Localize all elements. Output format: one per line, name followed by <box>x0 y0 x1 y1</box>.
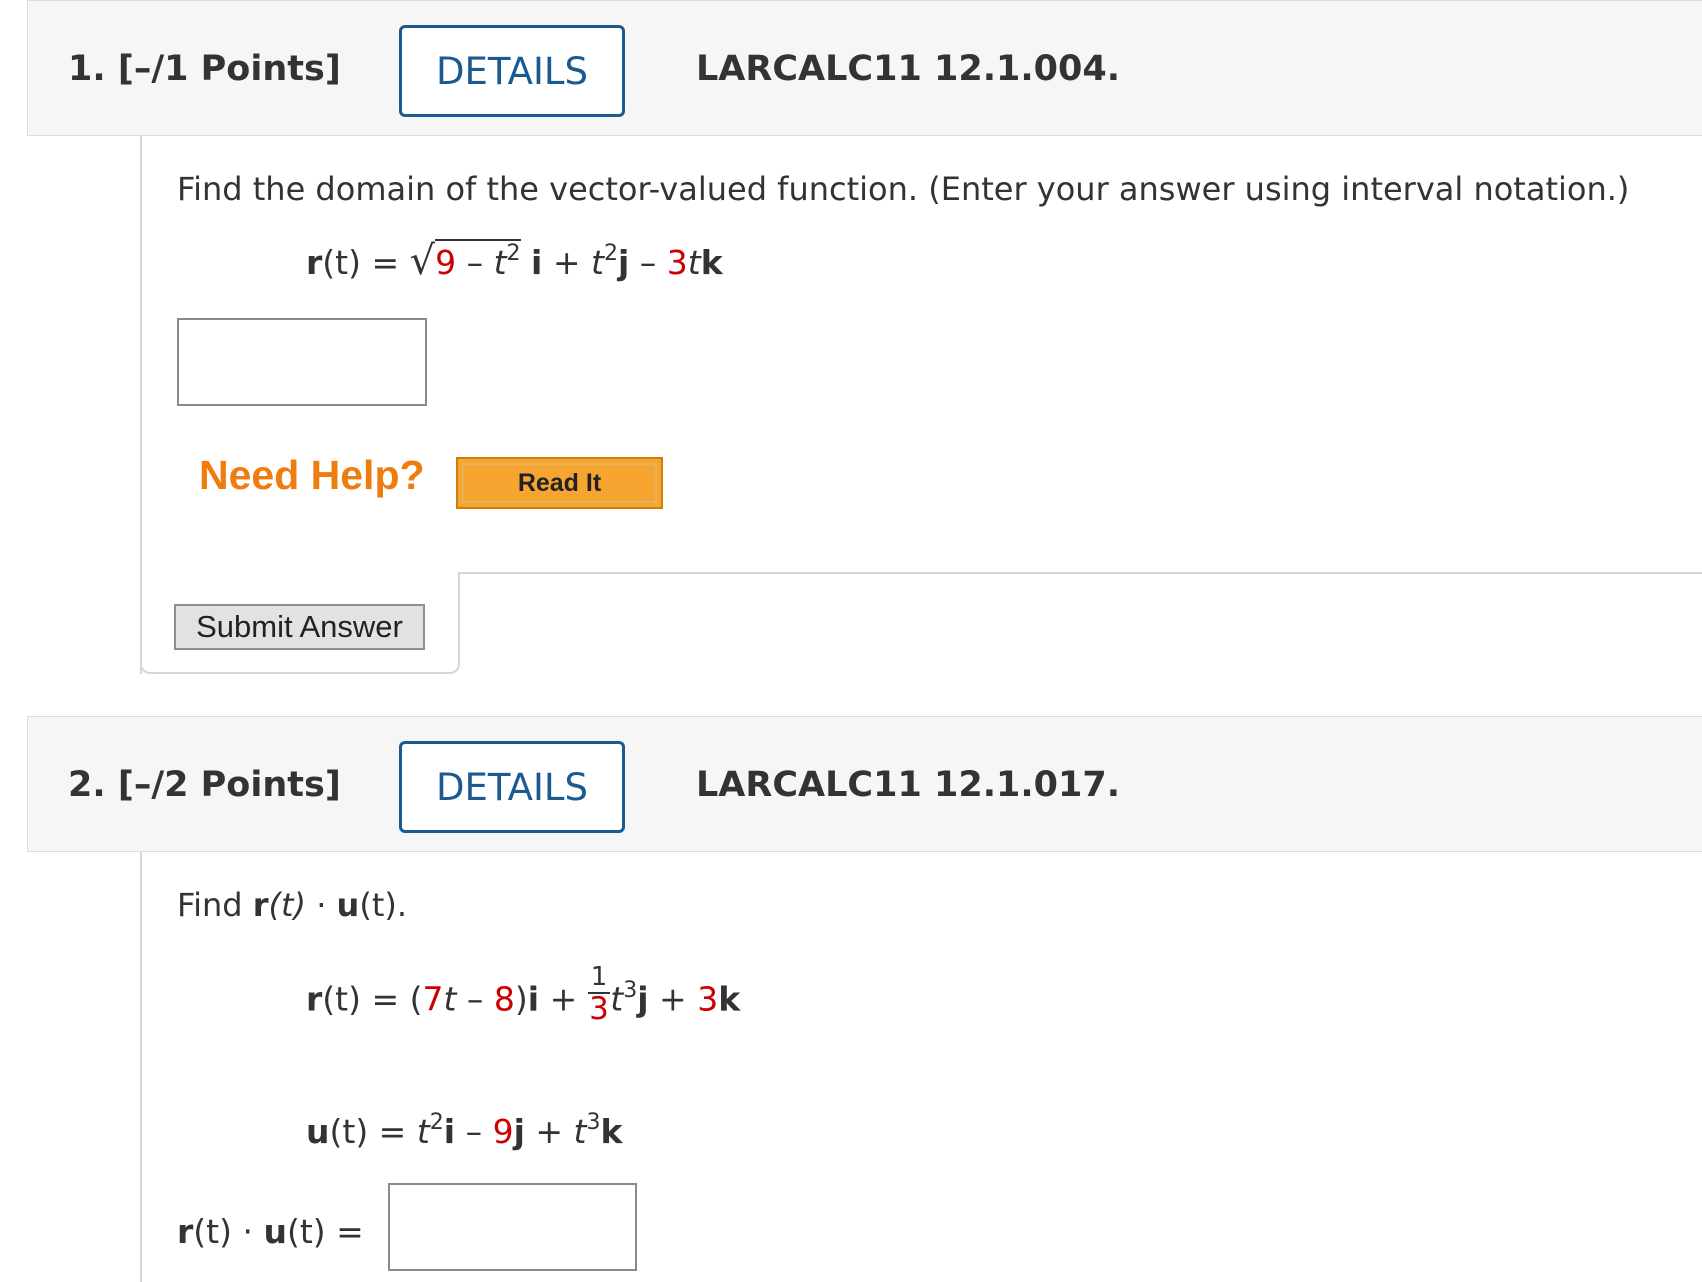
r-argument: (t) = <box>322 243 410 282</box>
feedback-area-border <box>458 572 1702 662</box>
r-vector: r <box>306 243 323 282</box>
prompt-dot: · <box>306 886 337 924</box>
t-var: t <box>591 243 604 282</box>
prompt-u-arg: (t). <box>359 886 408 924</box>
dot-product-answer-label: r(t) · u(t) = <box>177 1212 364 1251</box>
question-2-points: 2. [–/2 Points] <box>68 765 341 805</box>
sqrt-expression: √9 – t2 <box>410 238 521 284</box>
question-1-points: 1. [–/1 Points] <box>68 49 341 89</box>
t-exp: 2 <box>603 241 618 266</box>
prompt-r-vector: r <box>252 886 269 924</box>
radicand: 9 – t2 <box>435 239 521 282</box>
question-2-header: 2. [–/2 Points] DETAILS LARCALC11 12.1.0… <box>27 716 1702 852</box>
t-var-2: t <box>687 243 701 282</box>
u-i-unit: i <box>443 1112 456 1151</box>
radicand-constant: 9 <box>435 243 457 282</box>
u-plus: + <box>524 1112 574 1151</box>
fraction: 13 <box>587 962 611 1027</box>
read-it-button[interactable]: Read It <box>456 457 663 509</box>
u-j-unit: j <box>513 1112 525 1151</box>
i-unit: i <box>531 243 543 282</box>
question-1-body <box>140 136 142 674</box>
u-lhs: u <box>306 1112 330 1151</box>
minus-sign: – <box>629 243 667 282</box>
r-t-var: t <box>443 979 457 1019</box>
u-k-unit: k <box>600 1112 623 1151</box>
answer-u-arg: (t) = <box>286 1212 364 1251</box>
question-2-answer-input[interactable] <box>388 1183 637 1271</box>
r-t3-var: t <box>610 979 624 1019</box>
question-2-code: LARCALC11 12.1.017. <box>696 765 1120 805</box>
read-it-label: Read It <box>517 468 602 497</box>
answer-u-vector: u <box>263 1212 287 1251</box>
u-coef-1: 9 <box>492 1112 514 1151</box>
fraction-denominator: 3 <box>589 991 609 1027</box>
question-2-body <box>140 852 142 1282</box>
prompt-u-vector: u <box>336 886 360 924</box>
r-coef-1: 7 <box>422 979 444 1019</box>
fraction-numerator: 1 <box>587 962 611 994</box>
prompt-prefix: Find <box>177 886 253 924</box>
u-lhs-arg: (t) = <box>329 1112 417 1151</box>
need-help-label: Need Help? <box>199 452 425 498</box>
submit-answer-button[interactable]: Submit Answer <box>174 604 425 650</box>
r-plus-2: + <box>648 979 698 1019</box>
r-coef-3: 3 <box>697 979 719 1019</box>
r-plus: + <box>539 979 588 1019</box>
radicand-var: t <box>493 243 507 282</box>
answer-dot: · <box>231 1212 264 1251</box>
r-coef-2: 8 <box>493 979 515 1019</box>
answer-r-vector: r <box>177 1212 194 1251</box>
question-1-prompt: Find the domain of the vector-valued fun… <box>177 170 1630 208</box>
u-t3-exp: 3 <box>586 1110 601 1135</box>
answer-r-arg: (t) <box>193 1212 232 1251</box>
r-equation: r(t) = (7t – 8)i + 1 3 t3j + 3k <box>306 962 741 1030</box>
u-equation: u(t) = t2i – 9j + t3k <box>306 1110 623 1151</box>
question-1-header: 1. [–/1 Points] DETAILS LARCALC11 12.1.0… <box>27 0 1702 136</box>
r-i-unit: i <box>527 979 540 1019</box>
question-1-equation: r(t) = √9 – t2 i + t2j – 3tk <box>306 238 723 284</box>
question-1-details-button[interactable]: DETAILS <box>399 25 625 117</box>
radicand-minus: – <box>456 243 494 282</box>
question-1-body-bottom <box>140 652 460 674</box>
plus-sign: + <box>542 243 591 282</box>
u-t-var: t <box>416 1112 430 1151</box>
radical-icon: √ <box>409 238 436 284</box>
k-unit: k <box>700 243 723 282</box>
radicand-exp: 2 <box>506 241 521 266</box>
prompt-r-arg: (t) <box>268 886 307 924</box>
question-2-details-button[interactable]: DETAILS <box>399 741 625 833</box>
u-minus: – <box>455 1112 493 1151</box>
r-k-unit: k <box>718 979 741 1019</box>
j-unit: j <box>617 243 630 282</box>
k-coefficient: 3 <box>666 243 688 282</box>
r-t3-exp: 3 <box>623 977 638 1003</box>
question-2-prompt: Find r(t) · u(t). <box>177 886 407 924</box>
r-lhs-arg: (t) = ( <box>322 979 423 1019</box>
r-minus: – <box>456 979 494 1019</box>
u-t-exp: 2 <box>429 1110 444 1135</box>
question-1-code: LARCALC11 12.1.004. <box>696 49 1120 89</box>
r-j-unit: j <box>637 979 649 1019</box>
r-lhs: r <box>306 979 323 1019</box>
u-t3-var: t <box>573 1112 587 1151</box>
r-close-paren: ) <box>514 979 528 1019</box>
question-1-answer-input[interactable] <box>177 318 427 406</box>
